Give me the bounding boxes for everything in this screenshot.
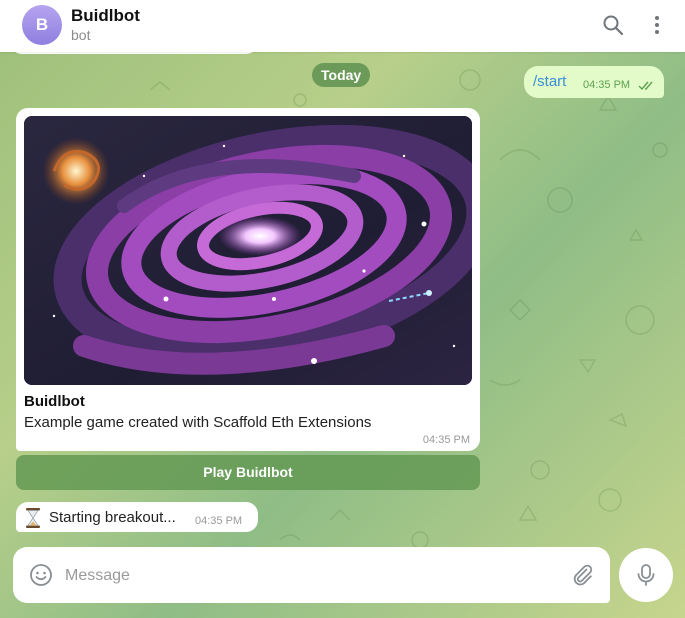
double-check-icon — [638, 78, 656, 96]
outgoing-message[interactable]: /start 04:35 PM — [524, 66, 664, 98]
game-message: Buidlbot Example game created with Scaff… — [16, 108, 480, 451]
message-time: 04:35 PM — [195, 515, 243, 527]
emoji-icon[interactable] — [29, 563, 53, 592]
bot-status-message[interactable]: Starting breakout... 04:35 PM — [16, 502, 258, 532]
game-title: Buidlbot — [24, 393, 85, 410]
search-icon[interactable] — [600, 12, 626, 38]
avatar[interactable]: B — [22, 5, 62, 45]
chat-header: B Buidlbot bot — [0, 0, 685, 52]
date-separator: Today — [312, 63, 371, 87]
more-vertical-icon[interactable] — [644, 12, 670, 38]
message-composer — [13, 547, 610, 603]
galaxy-image[interactable] — [24, 116, 472, 385]
outgoing-message-text[interactable]: /start — [533, 73, 566, 90]
message-time: 04:35 PM — [583, 79, 631, 91]
play-game-button[interactable]: Play Buidlbot — [16, 455, 480, 490]
game-description: Example game created with Scaffold Eth E… — [24, 414, 372, 431]
status-text: Starting breakout... — [49, 509, 176, 526]
chat-title[interactable]: Buidlbot — [71, 6, 140, 26]
attach-icon[interactable] — [570, 563, 594, 592]
chat-subtitle: bot — [71, 27, 91, 43]
microphone-icon[interactable] — [619, 548, 673, 602]
message-input[interactable] — [63, 557, 557, 595]
hourglass-icon — [25, 508, 41, 533]
message-time: 04:35 PM — [422, 434, 470, 446]
